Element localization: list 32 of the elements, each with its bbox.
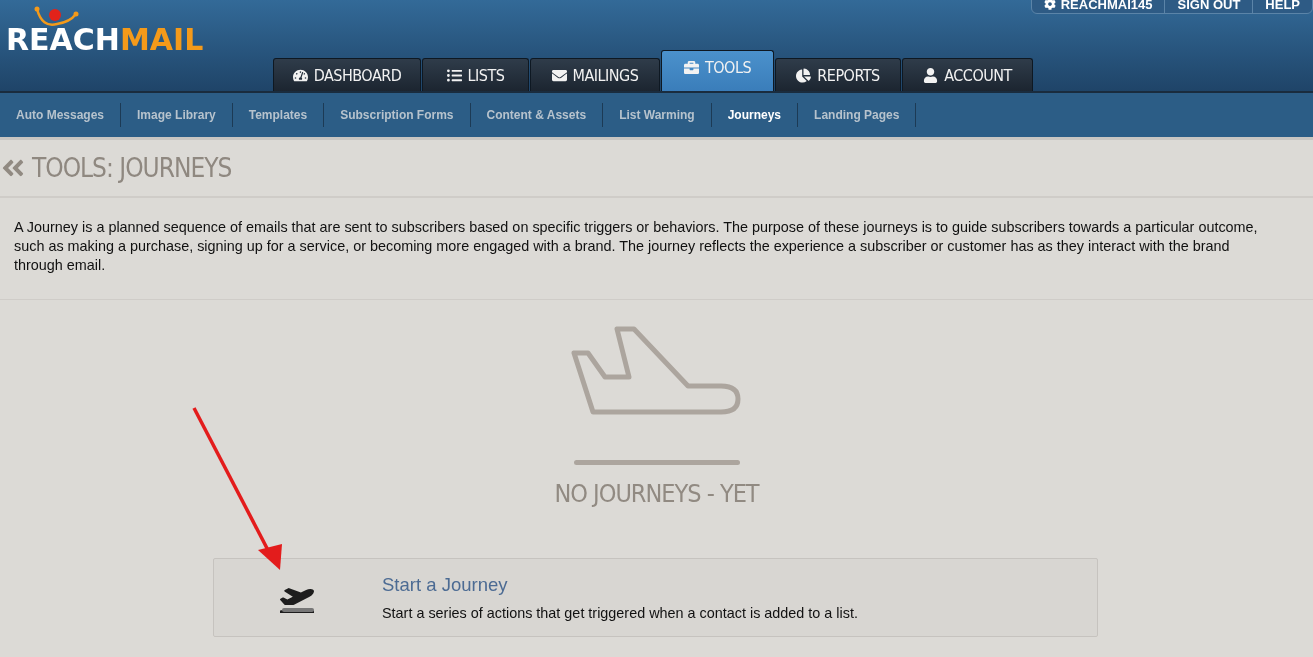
pie-chart-icon <box>796 67 812 83</box>
subnav-item[interactable]: Templates <box>232 103 325 127</box>
envelope-icon <box>551 67 567 83</box>
subnav-item[interactable]: Journeys <box>711 103 799 127</box>
subnav-item[interactable]: Image Library <box>121 103 233 127</box>
subnav-item[interactable]: Landing Pages <box>798 103 917 127</box>
list-icon <box>446 67 462 83</box>
subnav-item[interactable]: List Warming <box>603 103 712 127</box>
action-card[interactable]: Start a Journey Start a series of actions that get triggered when a contact is added to a list. <box>213 558 1098 637</box>
user-icon <box>923 67 939 83</box>
settings-icon <box>1043 0 1056 10</box>
gauge-icon <box>292 67 308 83</box>
subnav-item[interactable]: Content & Assets <box>470 103 604 127</box>
card-text: Start a series of actions that get triggered when a contact is added to a list. <box>382 605 858 621</box>
header-link[interactable]: SIGN OUT <box>1164 0 1253 13</box>
nav-tab[interactable]: MAILINGS <box>530 58 660 91</box>
nav-tab[interactable]: DASHBOARD <box>273 58 421 91</box>
briefcase-icon <box>683 59 699 75</box>
nav-tab[interactable]: LISTS <box>422 58 529 91</box>
airplane-icon <box>570 326 743 416</box>
empty-message: NO JOURNEYS - YET <box>554 479 759 508</box>
subnav-item[interactable]: Subscription Forms <box>324 103 471 127</box>
page-title: TOOLS: JOURNEYS <box>32 153 232 183</box>
header-link[interactable]: REACHMAI145 <box>1031 0 1165 13</box>
subnav-item[interactable]: Auto Messages <box>0 103 122 127</box>
card-title[interactable]: Start a Journey <box>382 574 508 595</box>
nav-tab[interactable]: ACCOUNT <box>902 58 1033 91</box>
header-link[interactable]: HELP <box>1252 0 1312 13</box>
logo-text[interactable]: REACHMAIL <box>6 22 204 57</box>
nav-tab[interactable]: REPORTS <box>775 58 901 91</box>
description-text: A Journey is a planned sequence of emails that are sent to subscribers based on specific triggers or behaviors. The purpose of these journeys is to guide subscribers towards a particular outcome, such as making a purchase, signing up for a service, or becoming more engaged with a brand. The journey reflects the experience a subscriber or customer has as they interact with the brand through email. <box>0 198 1313 300</box>
logo-figure-icon <box>34 6 80 28</box>
